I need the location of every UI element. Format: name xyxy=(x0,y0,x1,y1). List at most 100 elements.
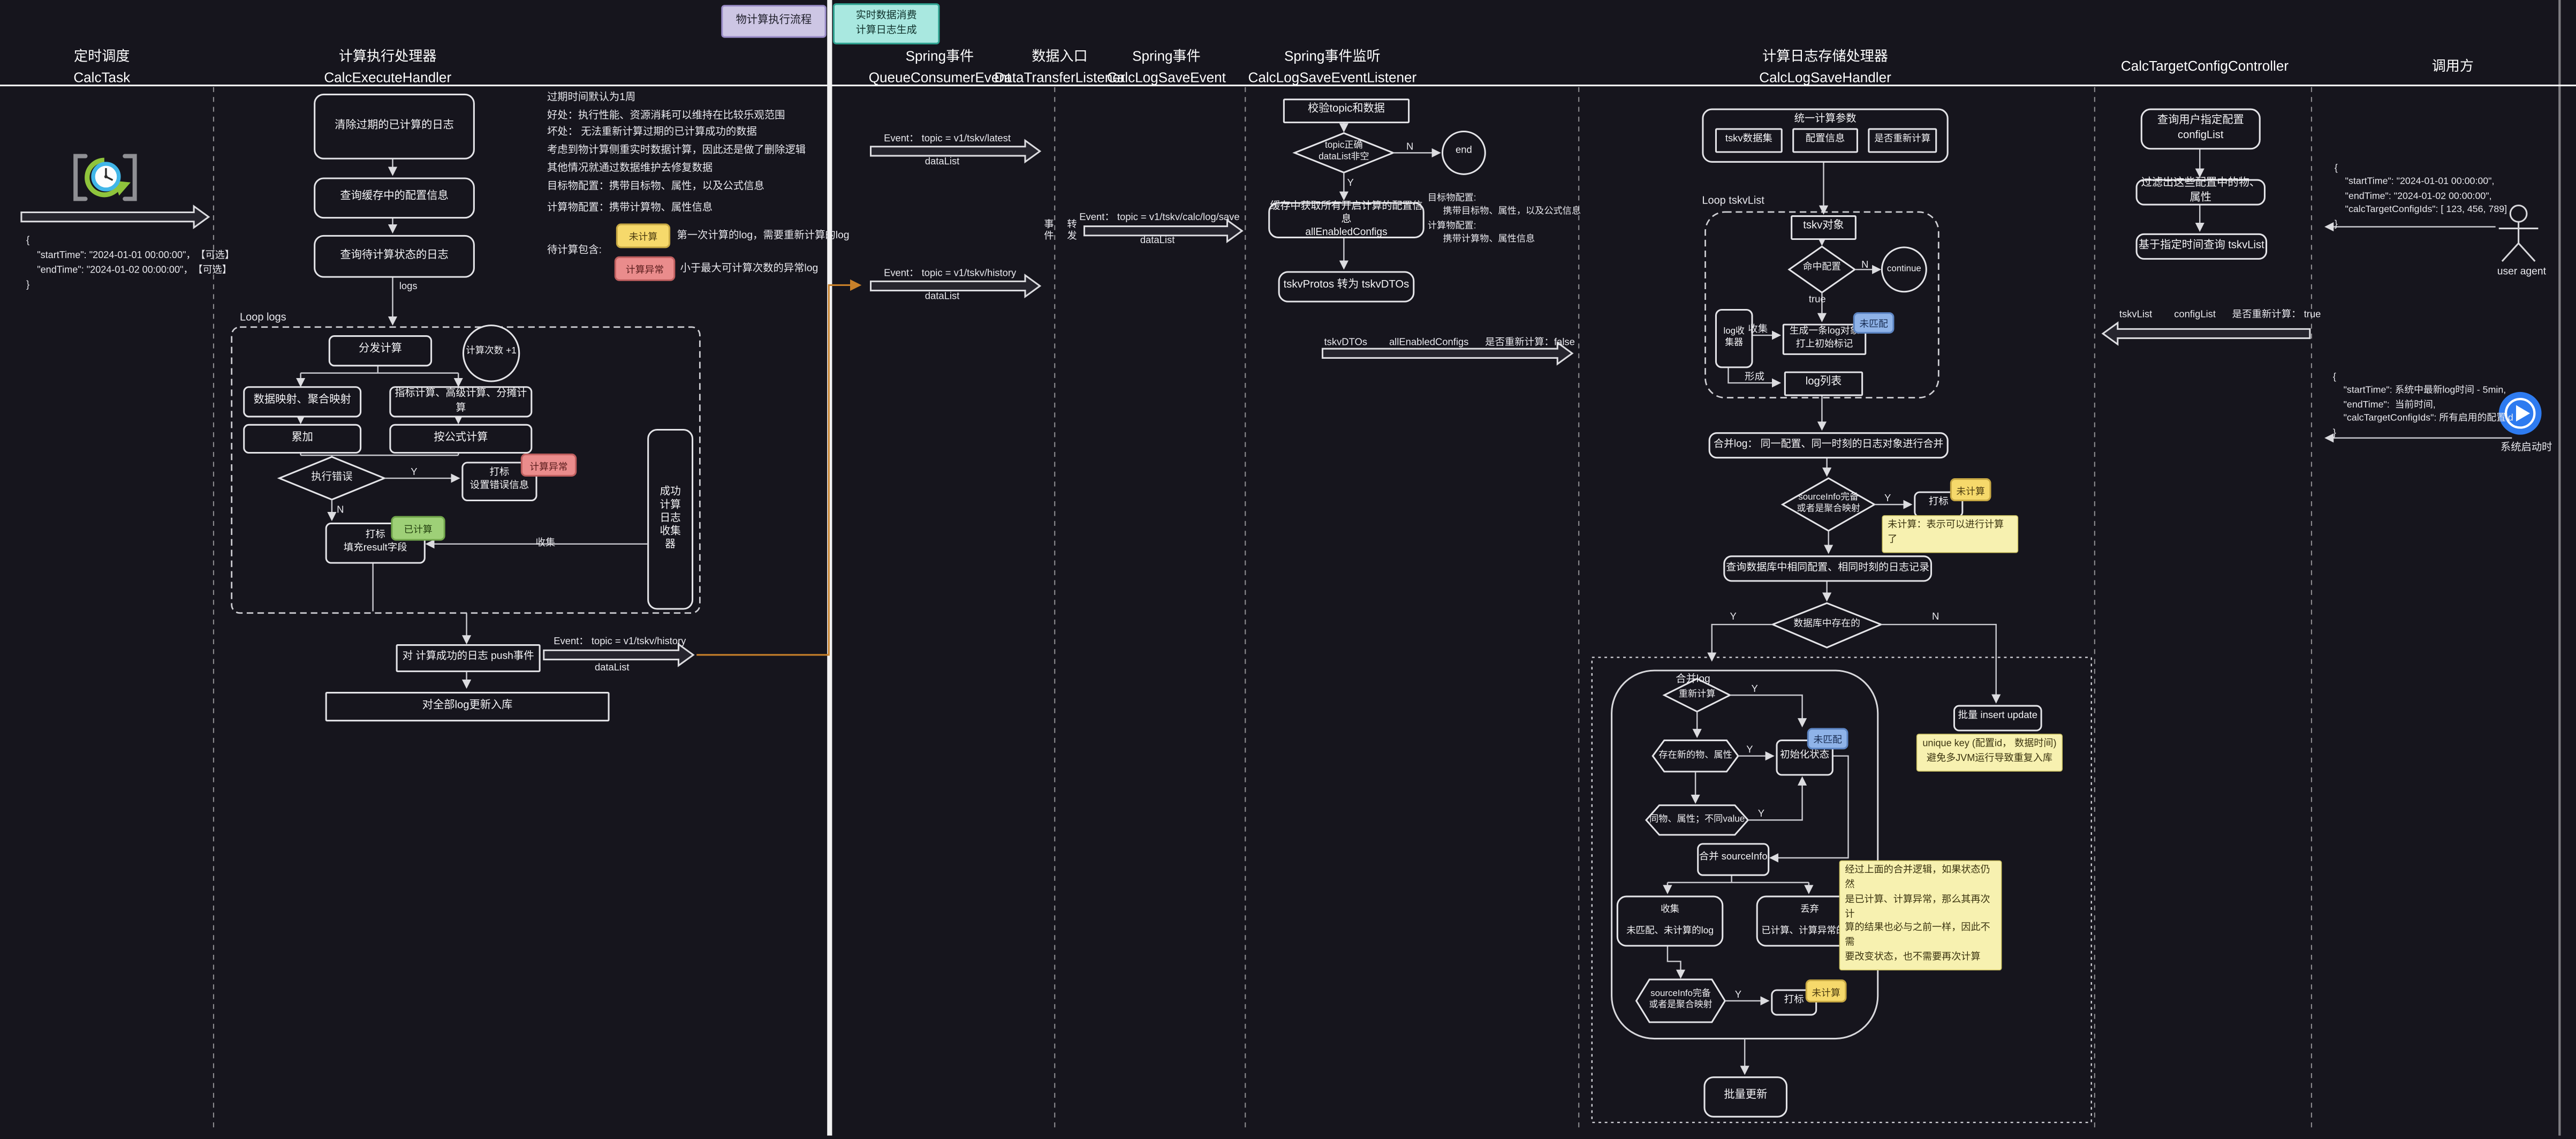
sticky-not-calc: 未计算：表示可以进行计算了 xyxy=(1883,516,2018,552)
label-recalc-y: Y xyxy=(1751,685,1757,695)
lane-header-calclogsaveeventlistener: Spring事件监听 CalcLogSaveEventListener xyxy=(1201,46,1464,88)
trigger-arrow xyxy=(21,206,209,228)
node-merge-sourceinfo: 合并 sourceInfo xyxy=(1697,843,1769,876)
diamond-topic-ok xyxy=(1294,133,1393,173)
lifelines xyxy=(214,87,2312,1131)
label-loop-tskvlist: Loop tskvList xyxy=(1702,195,1764,207)
label-event-latest: Event： topic = v1/tskv/latest xyxy=(884,130,1011,145)
node-merge-log: 合并log： 同一配置、同一时刻的日志对象进行合并 xyxy=(1709,432,1949,458)
label-source1-y: Y xyxy=(1884,495,1891,504)
node-query-by-time: 基于指定时间查询 tskvList xyxy=(2136,233,2268,260)
badge-unmatched-1: 未匹配 xyxy=(1853,312,1895,334)
label-topic-y: Y xyxy=(1347,179,1353,189)
label-event-history-queue: Event： topic = v1/tskv/history xyxy=(884,265,1016,280)
node-validate-topic: 校验topic和数据 xyxy=(1283,99,1410,123)
label-logs: logs xyxy=(399,283,418,292)
diamond-db-exists xyxy=(1772,603,1881,647)
label-merge-container: 合并log xyxy=(1676,670,1710,685)
node-push-event: 对 计算成功的日志 push事件 xyxy=(396,644,541,672)
badge-unmatched-2: 未匹配 xyxy=(1807,728,1848,750)
node-config-info: 配置信息 xyxy=(1792,128,1858,153)
note-first-calc-log: 第一次计算的log，需要重新计算的log xyxy=(677,229,849,246)
node-batch-update: 批量更新 xyxy=(1703,1076,1787,1118)
label-source2-y: Y xyxy=(1735,991,1741,1001)
lane-header-calcexecutehandler: 计算执行处理器 CalcExecuteHandler xyxy=(256,46,519,88)
node-convert-dtos: tskvProtos 转为 tskvDTOs xyxy=(1278,271,1415,302)
orange-event-link xyxy=(696,285,859,655)
badge-calc-error-2: 计算异常 xyxy=(521,454,577,477)
badge-calc-error: 计算异常 xyxy=(615,257,676,281)
caller-startup-json: { "startTime": 系统中最新log时间 - 5min, "endTi… xyxy=(2333,372,2513,441)
node-success-log-collector: 成功计算日志收集器 xyxy=(647,429,693,610)
lane-header-calctask: 定时调度 CalcTask xyxy=(20,46,184,88)
caller-request-json: { "startTime": "2024-01-01 00:00:00", "e… xyxy=(2335,163,2507,232)
badge-calculated: 已计算 xyxy=(391,516,445,541)
label-loop-logs: Loop logs xyxy=(240,312,286,323)
label-db-y: Y xyxy=(1730,613,1737,623)
note-pending-label: 待计算包含: xyxy=(547,243,602,261)
sequence-flow-diagram: 物计算执行流程 实时数据消费 计算日志生成 定时调度 CalcTask 计算执行… xyxy=(0,0,2576,1139)
node-collect-logs: 收集 未匹配、未计算的log xyxy=(1617,896,1723,947)
node-log-collector: log收集器 xyxy=(1715,309,1753,368)
ellipse-continue xyxy=(1882,247,1926,292)
node-data-mapping: 数据映射、聚合映射 xyxy=(243,386,361,417)
label-handler-collect: 收集 xyxy=(1748,320,1768,335)
diamond-hit-config xyxy=(1789,246,1855,292)
lane-header-calclogsavehandler: 计算日志存储处理器 CalcLogSaveHandler xyxy=(1694,46,1957,88)
label-hit-true: true xyxy=(1809,296,1826,305)
node-update-all-logs: 对全部log更新入库 xyxy=(325,692,610,721)
node-recalc-flag: 是否重新计算 xyxy=(1868,128,1937,153)
label-db-n: N xyxy=(1932,613,1939,623)
hexagon-same-value xyxy=(1646,805,1748,835)
label-user-agent: user agent xyxy=(2497,266,2546,277)
label-hex-new-y: Y xyxy=(1746,746,1753,756)
legend-realtime-flow: 实时数据消费 计算日志生成 xyxy=(833,3,940,44)
note-config-detail: 目标物配置: 携带目标物、属性，以及公式信息 计算物配置: 携带计算物、属性信息 xyxy=(1428,192,1581,247)
note-expire-policy: 过期时间默认为1周 好处：执行性能、资源消耗可以维持在比较乐观范围 坏处： 无法… xyxy=(547,90,917,178)
hexagon-sourceinfo-2 xyxy=(1636,979,1725,1022)
hexagon-new-things xyxy=(1653,741,1738,772)
node-tskv-dataset: tskv数据集 xyxy=(1715,128,1783,153)
node-filter-things: 过滤出这些配置中的物、属性 xyxy=(2136,179,2266,206)
sticky-merge-logic: 经过上面的合并逻辑，如果状态仍然 是已计算、计算异常，那么其再次计 算的结果也必… xyxy=(1840,861,2001,970)
label-topic-n: N xyxy=(1406,143,1413,153)
note-error-log: 小于最大可计算次数的异常log xyxy=(680,261,819,279)
node-formula-calc: 按公式计算 xyxy=(389,424,532,454)
label-forward-vertical: 转发 xyxy=(1063,218,1078,242)
diamond-exec-error xyxy=(279,457,384,500)
circle-end xyxy=(1442,132,1485,175)
legend-exec-flow: 物计算执行流程 xyxy=(721,5,826,37)
note-config-meaning: 目标物配置：携带目标物、属性，以及公式信息 计算物配置：携带计算物、属性信息 xyxy=(547,177,917,218)
scheduler-clock-icon xyxy=(75,156,134,199)
shapes xyxy=(279,132,1927,1022)
label-datalist-1: dataList xyxy=(925,158,959,168)
label-hex-same-y: Y xyxy=(1758,810,1764,820)
node-log-list: log列表 xyxy=(1784,372,1863,396)
calctask-request-json: { "startTime": "2024-01-01 00:00:00"，【可选… xyxy=(26,235,234,295)
node-query-user-config: 查询用户指定配置 configList xyxy=(2141,109,2261,150)
lane-header-caller: 调用方 xyxy=(2354,56,2551,77)
node-tskv-object: tskv对象 xyxy=(1791,215,1857,240)
node-query-db: 查询数据库中相同配置、相同时刻的日志记录 xyxy=(1723,555,1932,582)
diagram-viewport: 物计算执行流程 实时数据消费 计算日志生成 定时调度 CalcTask 计算执行… xyxy=(0,0,2576,1139)
label-form: 形成 xyxy=(1745,368,1764,383)
sticky-unique-key: unique key (配置id， 数据时间) 避免多JVM运行导致重复入库 xyxy=(1917,735,2062,771)
node-query-cache-config: 查询缓存中的配置信息 xyxy=(314,177,475,218)
label-event-vertical: 事件 xyxy=(1040,218,1055,242)
label-datalist-3: dataList xyxy=(1140,237,1175,246)
label-exec-error-n: N xyxy=(337,506,344,516)
node-batch-insert: 批量 insert update xyxy=(1953,705,2042,731)
controller-params-arrow xyxy=(2103,323,2310,344)
label-datalist-2: dataList xyxy=(925,292,959,302)
label-event-history-exec: Event： topic = v1/tskv/history xyxy=(554,633,686,648)
label-system-startup: 系统启动时 xyxy=(2501,439,2552,454)
badge-not-calculated: 未计算 xyxy=(616,223,670,248)
node-accumulate: 累加 xyxy=(243,424,361,454)
connector-layer xyxy=(0,0,2576,1139)
lane-header-calctargetconfigcontroller: CalcTargetConfigController xyxy=(2073,56,2336,77)
badge-not-calc-2: 未计算 xyxy=(1806,979,1847,1002)
label-event-save: Event： topic = v1/tskv/calc/log/save xyxy=(1079,209,1239,224)
circle-calc-count xyxy=(463,326,519,381)
badge-not-calc-1: 未计算 xyxy=(1950,478,1991,501)
node-clear-expired-logs: 清除过期的已计算的日志 xyxy=(314,94,475,160)
